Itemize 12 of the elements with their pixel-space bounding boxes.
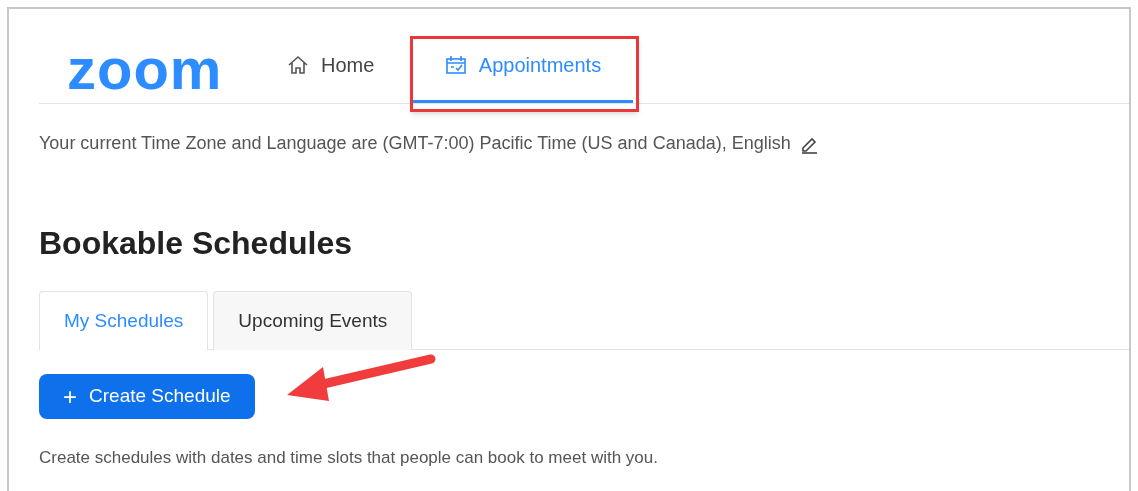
tab[interactable]: Upcoming Events: [213, 291, 413, 350]
create-schedule-button[interactable]: + Create Schedule: [39, 374, 255, 419]
nav-tab[interactable]: Home: [287, 9, 413, 103]
description-text: Create schedules with dates and time slots that people can book to meet with you.: [39, 447, 659, 469]
home-icon: [287, 53, 309, 76]
section-heading: Bookable Schedules: [39, 224, 353, 263]
tab[interactable]: My Schedules: [39, 291, 209, 350]
calendar-icon: [444, 54, 467, 75]
plus-icon: +: [63, 384, 77, 409]
zoom-logo: zoom: [67, 40, 223, 98]
timezone-note: Your current Time Zone and Language are (GMT-7:00) Pacific Time (US and Canada), English: [39, 132, 791, 155]
nav-tab[interactable]: Appointments: [413, 9, 633, 103]
